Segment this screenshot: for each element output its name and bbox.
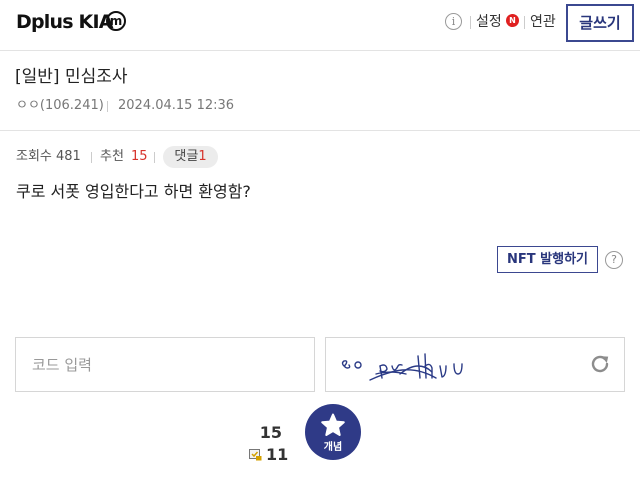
- nft-issue-button[interactable]: NFT 발행하기: [497, 246, 598, 273]
- new-badge: N: [506, 14, 519, 27]
- info-icon[interactable]: i: [445, 13, 462, 30]
- gallery-logo[interactable]: Dplus KIA: [16, 9, 113, 35]
- comment-label: 댓글: [174, 149, 199, 164]
- captcha-code-input[interactable]: [15, 337, 315, 392]
- recommend-vote-count: 15: [259, 423, 282, 442]
- view-count: 조회수 481: [16, 149, 81, 164]
- star-icon: [321, 413, 345, 436]
- question-icon[interactable]: ?: [605, 251, 623, 269]
- fixed-member-icon: [249, 449, 262, 461]
- post-date: 2024.04.15 12:36: [118, 98, 235, 113]
- section-divider: [0, 130, 640, 131]
- comment-count-button[interactable]: 댓글1: [163, 146, 218, 168]
- post-author[interactable]: ㅇㅇ(106.241): [16, 97, 104, 115]
- recommend-label: 추천: [100, 149, 124, 164]
- recommend-count: 15: [131, 149, 148, 164]
- divider: [154, 152, 155, 163]
- settings-link[interactable]: 설정: [476, 12, 502, 32]
- divider: [470, 16, 471, 29]
- related-link[interactable]: 연관: [530, 12, 556, 32]
- divider: [524, 16, 525, 29]
- refresh-icon[interactable]: [588, 352, 612, 376]
- comment-count: 1: [198, 149, 207, 164]
- minor-gallery-icon: m: [106, 11, 126, 31]
- divider: [91, 152, 92, 163]
- post-body: 쿠로 서폿 영입한다고 하면 환영함?: [16, 182, 251, 201]
- recommend-button[interactable]: 개념: [305, 404, 361, 460]
- fixed-vote-count: 11: [266, 445, 289, 464]
- captcha-image-box: [325, 337, 625, 392]
- post-title: [일반] 민심조사: [15, 67, 128, 87]
- write-button[interactable]: 글쓰기: [566, 4, 634, 42]
- divider: [107, 101, 108, 112]
- captcha-image: [341, 353, 463, 381]
- recommend-button-label: 개념: [323, 442, 343, 453]
